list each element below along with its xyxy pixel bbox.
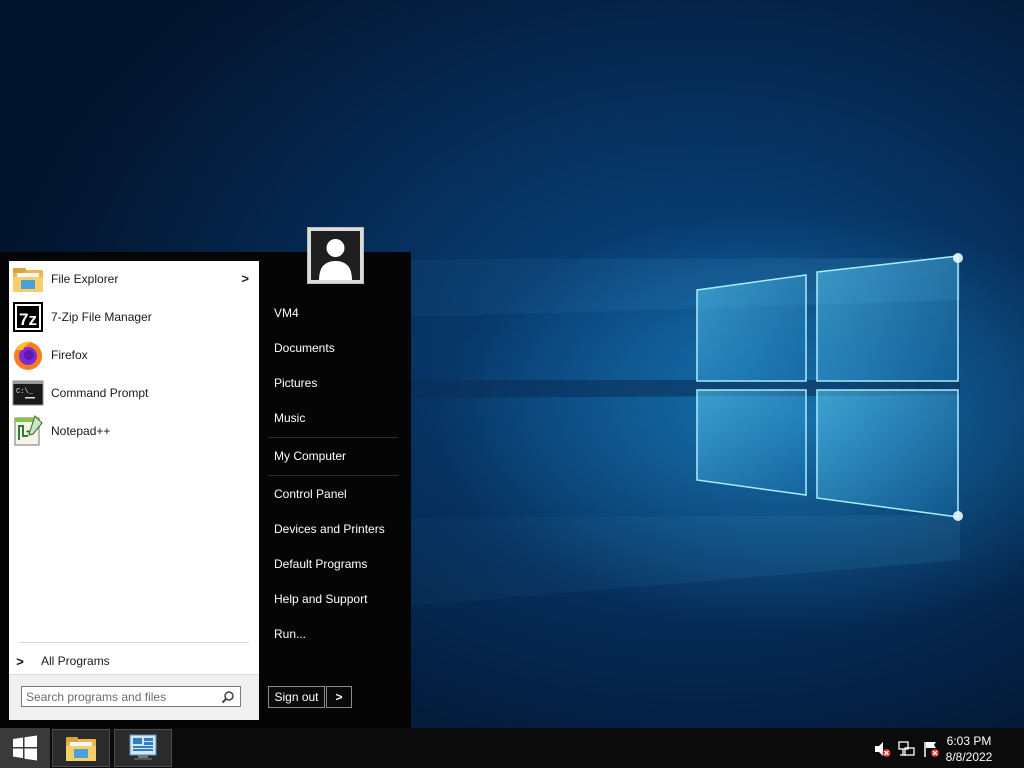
seven-zip-icon: 7z (11, 300, 45, 334)
program-label: Command Prompt (51, 386, 149, 400)
command-prompt-icon: C:\_ (11, 376, 45, 410)
divider (268, 475, 398, 476)
taskbar-file-explorer[interactable] (52, 729, 110, 767)
program-notepad-plus-plus[interactable]: ++ Notepad++ (9, 413, 259, 449)
chevron-right-icon: > (16, 653, 24, 669)
folder-icon (11, 262, 45, 296)
volume-muted-icon[interactable] (873, 740, 891, 758)
all-programs-label: All Programs (41, 654, 110, 668)
notepad-plus-plus-icon: ++ (11, 414, 45, 448)
right-item-run[interactable]: Run... (268, 620, 398, 648)
server-manager-icon (129, 734, 157, 760)
right-item-music[interactable]: Music (268, 404, 398, 432)
divider (19, 642, 249, 643)
right-item-my-computer[interactable]: My Computer (268, 442, 398, 470)
program-label: 7-Zip File Manager (51, 310, 152, 324)
taskbar-server-manager[interactable] (114, 729, 172, 767)
search-icon[interactable] (221, 690, 235, 704)
sign-out-button[interactable]: Sign out (268, 686, 325, 708)
submenu-arrow-icon[interactable]: > (241, 271, 249, 286)
search-area (9, 674, 259, 720)
windows-logo-icon (13, 735, 37, 761)
program-command-prompt[interactable]: C:\_ Command Prompt (9, 375, 259, 411)
start-button[interactable] (0, 728, 50, 768)
start-menu-programs-pane: File Explorer > 7z 7-Zip File Manager Fi… (9, 261, 259, 720)
right-item-documents[interactable]: Documents (268, 334, 398, 362)
svg-text:7z: 7z (19, 310, 37, 329)
clock[interactable]: 6:03 PM 8/8/2022 (934, 733, 1004, 765)
svg-text:C:\_: C:\_ (16, 388, 34, 396)
program-label: Notepad++ (51, 424, 111, 438)
network-icon[interactable] (898, 740, 916, 758)
taskbar: 6:03 PM 8/8/2022 (0, 728, 1024, 768)
clock-date: 8/8/2022 (945, 750, 993, 764)
all-programs-button[interactable]: > All Programs (9, 650, 259, 672)
folder-icon (66, 737, 96, 761)
program-firefox[interactable]: Firefox (9, 337, 259, 373)
search-box[interactable] (21, 686, 241, 707)
clock-time: 6:03 PM (946, 734, 992, 748)
right-item-control-panel[interactable]: Control Panel (268, 480, 398, 508)
right-item-user[interactable]: VM4 (268, 299, 398, 327)
divider (268, 437, 398, 438)
user-icon (311, 231, 360, 280)
program-label: Firefox (51, 348, 88, 362)
search-input[interactable] (26, 689, 216, 704)
user-avatar[interactable] (307, 227, 364, 284)
firefox-icon (11, 338, 45, 372)
right-item-pictures[interactable]: Pictures (268, 369, 398, 397)
program-file-explorer[interactable]: File Explorer > (9, 261, 259, 297)
program-7zip[interactable]: 7z 7-Zip File Manager (9, 299, 259, 335)
start-menu: File Explorer > 7z 7-Zip File Manager Fi… (0, 252, 411, 728)
shutdown-options-button[interactable]: > (326, 686, 352, 708)
right-item-devices-and-printers[interactable]: Devices and Printers (268, 515, 398, 543)
right-item-help-and-support[interactable]: Help and Support (268, 585, 398, 613)
program-label: File Explorer (51, 272, 119, 286)
right-item-default-programs[interactable]: Default Programs (268, 550, 398, 578)
